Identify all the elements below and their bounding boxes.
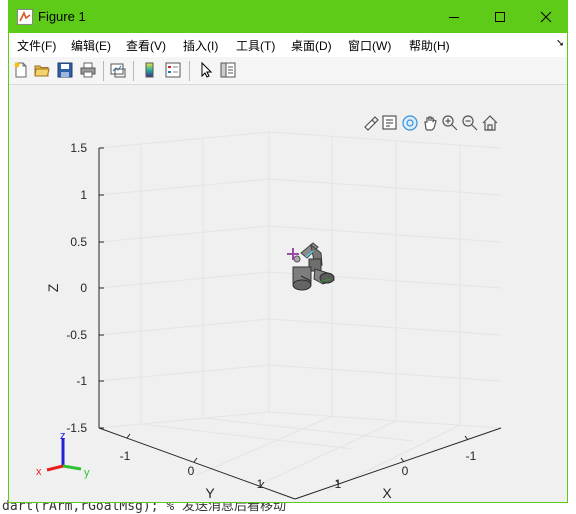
z-tick-label: -0.5 — [66, 328, 87, 342]
triad-y-label: y — [84, 467, 90, 479]
x-axis-label: X — [382, 485, 392, 501]
title-bar[interactable]: Figure 1 — [9, 1, 567, 33]
window-title: Figure 1 — [38, 9, 86, 24]
open-file-icon[interactable] — [33, 61, 51, 79]
axes-interaction-toolbar — [364, 115, 498, 131]
axis-ticks — [99, 147, 469, 487]
background-editor-left — [0, 0, 8, 514]
background-editor-right — [568, 0, 576, 514]
y-axis-label: Y — [205, 485, 215, 501]
maximize-button[interactable] — [477, 1, 523, 33]
zoom-out-icon[interactable] — [462, 115, 478, 131]
pointer-icon[interactable] — [197, 61, 215, 79]
save-icon[interactable] — [56, 61, 74, 79]
menu-help[interactable]: 帮助(H) — [409, 37, 450, 54]
menu-tools[interactable]: 工具(T) — [236, 37, 275, 54]
property-inspector-icon[interactable] — [219, 61, 237, 79]
axis-lines — [98, 148, 502, 500]
x-tick-label: -1 — [466, 449, 477, 463]
toolbar-separator — [189, 61, 190, 81]
toolbar-separator — [133, 61, 134, 81]
robot-arm-model[interactable] — [287, 242, 335, 291]
figure-window: Figure 1 文件(F) 编辑(E) 查看(V) 插入(I) 工具(T) 桌… — [8, 0, 568, 503]
menu-dock-arrow-icon[interactable]: ➘ — [556, 38, 564, 49]
toolbar-separator — [103, 61, 104, 81]
axes-grid — [98, 131, 502, 492]
data-tips-icon[interactable] — [382, 115, 397, 130]
y-tick-label: 0 — [188, 464, 195, 478]
menu-insert[interactable]: 插入(I) — [183, 37, 218, 54]
menu-desktop[interactable]: 桌面(D) — [291, 37, 332, 54]
axes-triad: z y x — [36, 430, 90, 479]
z-tick-label: 1 — [80, 188, 87, 202]
pan-icon[interactable] — [424, 116, 437, 131]
z-axis-label: Z — [45, 283, 61, 292]
menu-edit[interactable]: 编辑(E) — [71, 37, 111, 54]
matlab-icon — [17, 9, 33, 25]
axes-3d[interactable]: 1.5 1 0.5 0 -0.5 -1 -1.5 -1 0 1 1 0 -1 Z — [9, 85, 567, 502]
rotate-3d-icon[interactable] — [402, 115, 418, 131]
menu-view[interactable]: 查看(V) — [126, 37, 166, 54]
y-tick-label: 1 — [257, 477, 264, 491]
minimize-icon — [449, 17, 459, 18]
z-tick-label: 1.5 — [70, 141, 87, 155]
insert-colorbar-icon[interactable] — [141, 61, 159, 79]
z-tick-label: 0.5 — [70, 235, 87, 249]
zoom-in-icon[interactable] — [442, 115, 458, 131]
x-tick-label: 0 — [402, 464, 409, 478]
figure-canvas[interactable]: 1.5 1 0.5 0 -0.5 -1 -1.5 -1 0 1 1 0 -1 Z — [9, 85, 567, 502]
y-tick-label: -1 — [120, 449, 131, 463]
brush-icon[interactable] — [364, 116, 379, 131]
z-tick-label: 0 — [80, 281, 87, 295]
link-plot-icon[interactable] — [109, 61, 127, 79]
z-tick-label: -1 — [76, 374, 87, 388]
print-icon[interactable] — [79, 61, 97, 79]
z-tick-label: -1.5 — [66, 421, 87, 435]
menu-window[interactable]: 窗口(W) — [348, 37, 391, 54]
maximize-icon — [495, 12, 505, 22]
triad-x-label: x — [36, 466, 42, 478]
close-icon — [540, 11, 552, 23]
triad-z-label: z — [60, 430, 66, 442]
minimize-button[interactable] — [431, 1, 477, 33]
x-tick-label: 1 — [335, 477, 342, 491]
insert-legend-icon[interactable] — [164, 61, 182, 79]
close-button[interactable] — [523, 1, 569, 33]
menu-file[interactable]: 文件(F) — [17, 37, 56, 54]
new-figure-icon[interactable] — [12, 61, 30, 79]
home-icon[interactable] — [482, 115, 498, 131]
